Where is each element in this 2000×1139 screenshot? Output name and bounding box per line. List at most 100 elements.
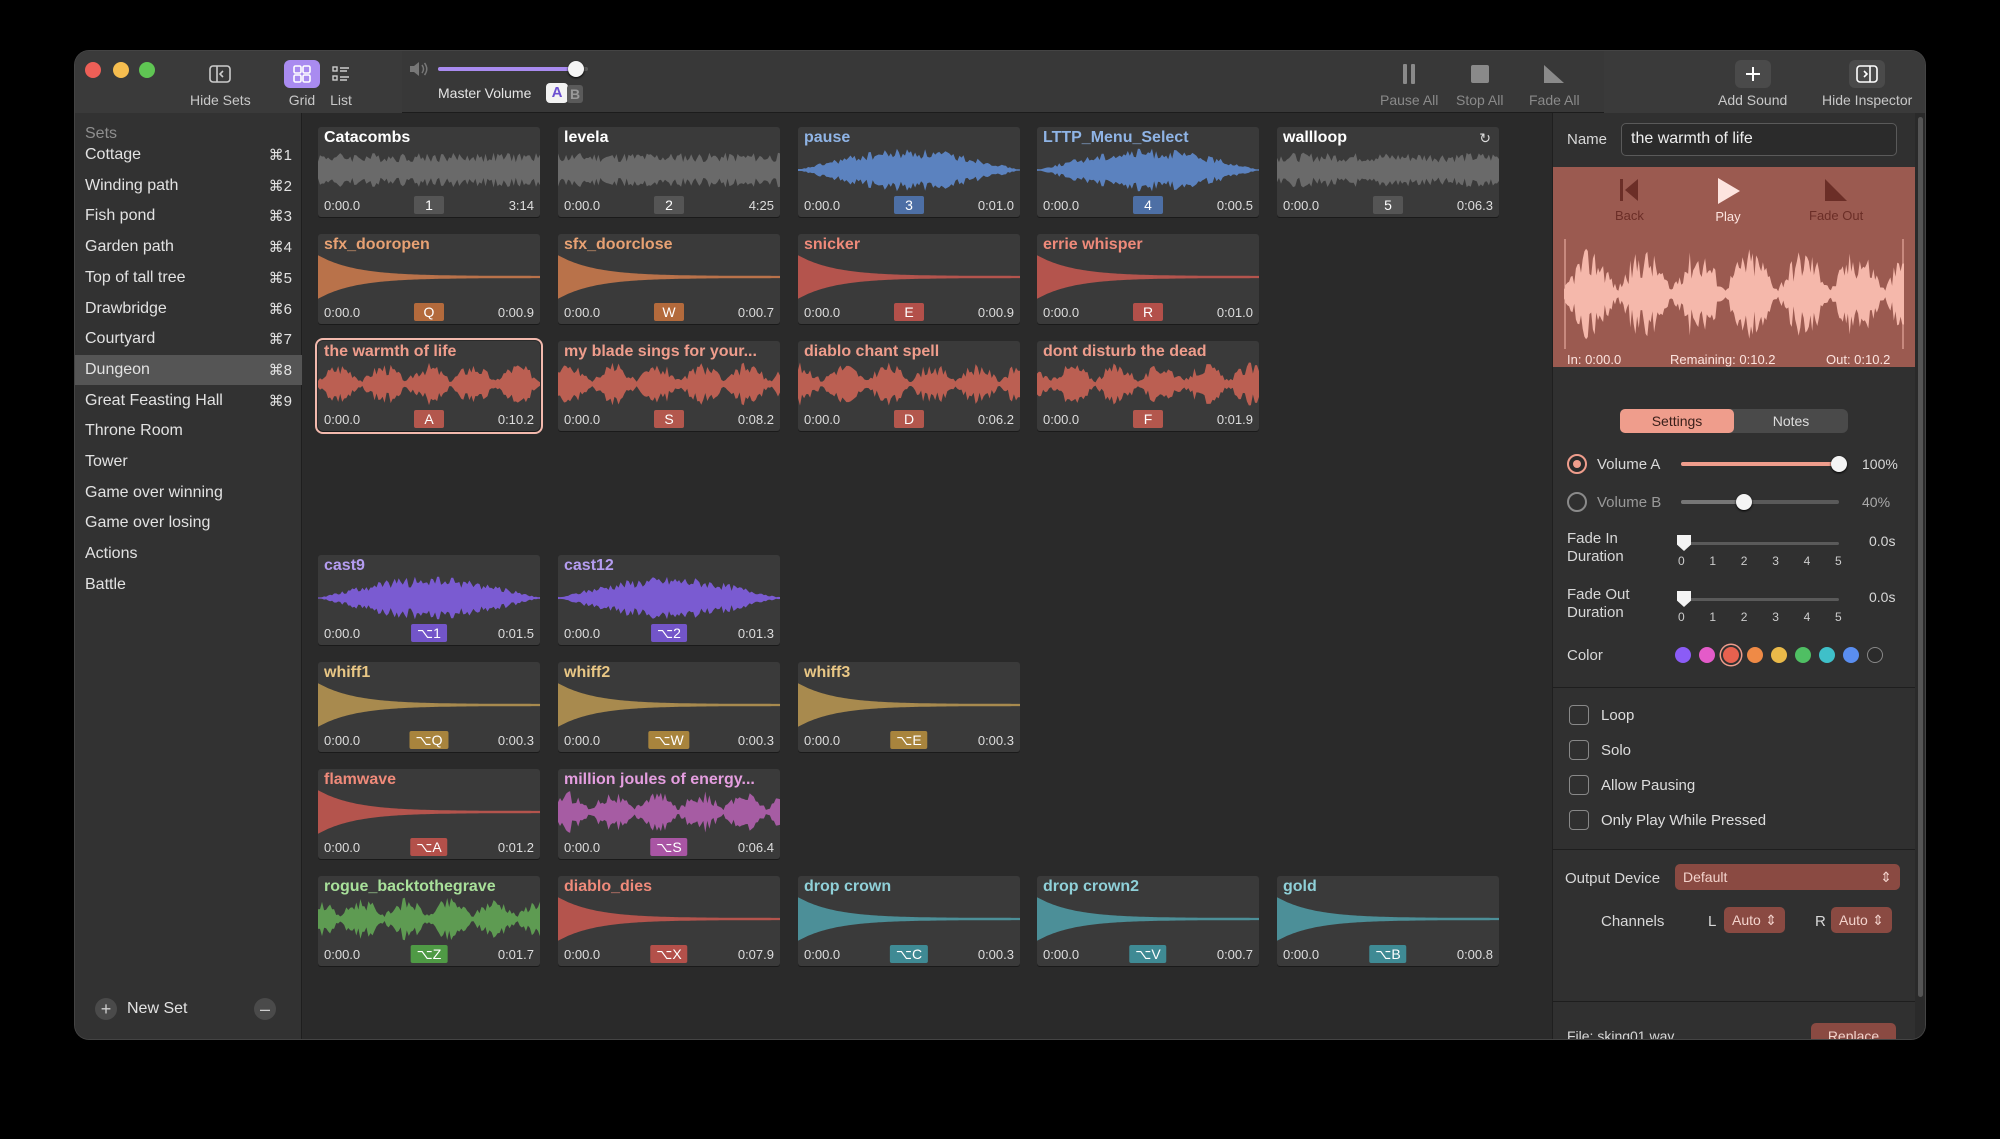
color-swatch[interactable]	[1819, 647, 1835, 663]
sidebar-item-drawbridge[interactable]: Drawbridge ⌘6	[75, 294, 302, 324]
sidebar-item-fish-pond[interactable]: Fish pond ⌘3	[75, 201, 302, 231]
inspector-scrollbar[interactable]	[1915, 113, 1925, 1039]
pause-all-button[interactable]: Pause All	[1380, 60, 1438, 108]
list-view-button[interactable]: List	[323, 60, 359, 108]
color-swatch[interactable]	[1675, 647, 1691, 663]
sound-tile[interactable]: drop crown2 0:00.0 ⌥V 0:00.7	[1037, 876, 1259, 966]
tile-start-time: 0:00.0	[1043, 305, 1080, 320]
volume-b-radio[interactable]	[1567, 492, 1587, 512]
fade-out-slider[interactable]	[1677, 591, 1839, 607]
sidebar-item-courtyard[interactable]: Courtyard ⌘7	[75, 324, 302, 354]
volume-a-toggle[interactable]: A	[546, 83, 568, 103]
sound-tile[interactable]: dont disturb the dead 0:00.0 F 0:01.9	[1037, 341, 1259, 431]
fade-out-knob[interactable]	[1677, 591, 1691, 607]
master-volume-knob[interactable]	[568, 61, 584, 77]
tab-settings[interactable]: Settings	[1620, 409, 1734, 433]
tile-waveform	[798, 362, 1020, 406]
volume-b-slider[interactable]	[1681, 494, 1839, 510]
new-set-button[interactable]: + New Set	[95, 998, 187, 1020]
sound-tile[interactable]: cast12 0:00.0 ⌥2 0:01.3	[558, 555, 780, 645]
hide-sets-button[interactable]: Hide Sets	[190, 60, 251, 108]
sound-tile[interactable]: Catacombs 0:00.0 1 3:14	[318, 127, 540, 217]
sound-tile[interactable]: wallloop 0:00.0 5 0:06.3 ↻	[1277, 127, 1499, 217]
tab-notes[interactable]: Notes	[1734, 409, 1848, 433]
sidebar-item-dungeon[interactable]: Dungeon ⌘8	[75, 354, 302, 385]
sidebar-item-winding-path[interactable]: Winding path ⌘2	[75, 171, 302, 201]
sound-tile[interactable]: errie whisper 0:00.0 R 0:01.0	[1037, 234, 1259, 324]
sidebar-item-label: Game over winning	[85, 483, 223, 501]
replace-button[interactable]: Replace	[1811, 1023, 1896, 1039]
sound-tile[interactable]: diablo chant spell 0:00.0 D 0:06.2	[798, 341, 1020, 431]
name-field[interactable]: the warmth of life	[1621, 123, 1897, 156]
sound-tile[interactable]: my blade sings for your... 0:00.0 S 0:08.2	[558, 341, 780, 431]
sound-tile[interactable]: snicker 0:00.0 E 0:00.9	[798, 234, 1020, 324]
volume-a-knob[interactable]	[1831, 456, 1847, 472]
sound-tile[interactable]: drop crown 0:00.0 ⌥C 0:00.3	[798, 876, 1020, 966]
tile-waveform	[558, 152, 780, 188]
master-volume-slider[interactable]	[438, 61, 588, 77]
sound-tile[interactable]: rogue_backtothegrave 0:00.0 ⌥Z 0:01.7	[318, 876, 540, 966]
stop-all-label: Stop All	[1456, 92, 1504, 108]
sound-tile[interactable]: the warmth of life 0:00.0 A 0:10.2	[315, 338, 543, 434]
stop-all-button[interactable]: Stop All	[1456, 60, 1503, 108]
output-device-select[interactable]: Default ⇕	[1675, 864, 1900, 890]
sidebar-item-top-of-tall-tree[interactable]: Top of tall tree ⌘5	[75, 263, 302, 293]
sound-tile[interactable]: cast9 0:00.0 ⌥1 0:01.5	[318, 555, 540, 645]
sidebar-item-tower[interactable]: Tower	[75, 447, 302, 477]
fade-in-slider[interactable]	[1677, 535, 1839, 551]
color-swatch[interactable]	[1843, 647, 1859, 663]
zoom-window-button[interactable]	[139, 62, 155, 78]
sound-tile[interactable]: sfx_doorclose 0:00.0 W 0:00.7	[558, 234, 780, 324]
sound-tile[interactable]: levela 0:00.0 2 4:25	[558, 127, 780, 217]
sidebar-item-throne-room[interactable]: Throne Room	[75, 416, 302, 446]
channel-l-label: L	[1708, 913, 1717, 930]
volume-a-radio[interactable]	[1567, 454, 1587, 474]
color-swatch[interactable]	[1795, 647, 1811, 663]
sound-tile[interactable]: LTTP_Menu_Select 0:00.0 4 0:00.5	[1037, 127, 1259, 217]
play-button[interactable]: Play	[1715, 177, 1741, 224]
add-sound-button[interactable]: Add Sound	[1718, 60, 1787, 108]
sidebar-item-garden-path[interactable]: Garden path ⌘4	[75, 232, 302, 262]
only-play-while-pressed-checkbox[interactable]	[1569, 810, 1589, 830]
volume-b-toggle[interactable]: B	[567, 85, 583, 103]
color-swatch[interactable]	[1867, 647, 1883, 663]
color-swatch[interactable]	[1699, 647, 1715, 663]
volume-a-slider[interactable]	[1681, 456, 1847, 472]
sound-tile[interactable]: whiff2 0:00.0 ⌥W 0:00.3	[558, 662, 780, 752]
allow-pausing-checkbox[interactable]	[1569, 775, 1589, 795]
fade-out-button[interactable]: Fade Out	[1809, 177, 1863, 223]
channel-l-select[interactable]: Auto ⇕	[1724, 907, 1785, 933]
preview-waveform[interactable]	[1564, 239, 1904, 349]
sidebar-item-cottage[interactable]: Cottage ⌘1	[75, 140, 302, 170]
sidebar-item-game-over-losing[interactable]: Game over losing	[75, 508, 302, 538]
sound-tile[interactable]: whiff3 0:00.0 ⌥E 0:00.3	[798, 662, 1020, 752]
sound-tile[interactable]: flamwave 0:00.0 ⌥A 0:01.2	[318, 769, 540, 859]
channel-r-select[interactable]: Auto ⇕	[1831, 907, 1892, 933]
sidebar-item-great-feasting-hall[interactable]: Great Feasting Hall ⌘9	[75, 386, 302, 416]
fade-in-knob[interactable]	[1677, 535, 1691, 551]
volume-b-knob[interactable]	[1736, 494, 1753, 510]
sound-tile[interactable]: diablo_dies 0:00.0 ⌥X 0:07.9	[558, 876, 780, 966]
loop-checkbox[interactable]	[1569, 705, 1589, 725]
sound-tile[interactable]: pause 0:00.0 3 0:01.0	[798, 127, 1020, 217]
remove-set-button[interactable]: –	[254, 998, 276, 1020]
grid-view-button[interactable]: Grid	[284, 60, 320, 108]
sidebar-item-battle[interactable]: Battle	[75, 570, 302, 600]
sidebar-item-game-over-winning[interactable]: Game over winning	[75, 478, 302, 508]
sound-tile[interactable]: sfx_dooropen 0:00.0 Q 0:00.9	[318, 234, 540, 324]
solo-checkbox[interactable]	[1569, 740, 1589, 760]
back-button[interactable]: Back	[1615, 177, 1644, 223]
color-swatch[interactable]	[1723, 647, 1739, 663]
allow-pausing-label: Allow Pausing	[1601, 777, 1696, 794]
sound-tile[interactable]: whiff1 0:00.0 ⌥Q 0:00.3	[318, 662, 540, 752]
fade-all-button[interactable]: Fade All	[1529, 60, 1580, 108]
color-swatch[interactable]	[1771, 647, 1787, 663]
sound-tile[interactable]: million joules of energy... 0:00.0 ⌥S 0:06.…	[558, 769, 780, 859]
scrollbar-thumb[interactable]	[1918, 117, 1923, 997]
sidebar-item-actions[interactable]: Actions	[75, 539, 302, 569]
hide-inspector-button[interactable]: Hide Inspector	[1822, 60, 1912, 108]
color-swatch[interactable]	[1747, 647, 1763, 663]
minimize-window-button[interactable]	[113, 62, 129, 78]
sound-tile[interactable]: gold 0:00.0 ⌥B 0:00.8	[1277, 876, 1499, 966]
close-window-button[interactable]	[85, 62, 101, 78]
